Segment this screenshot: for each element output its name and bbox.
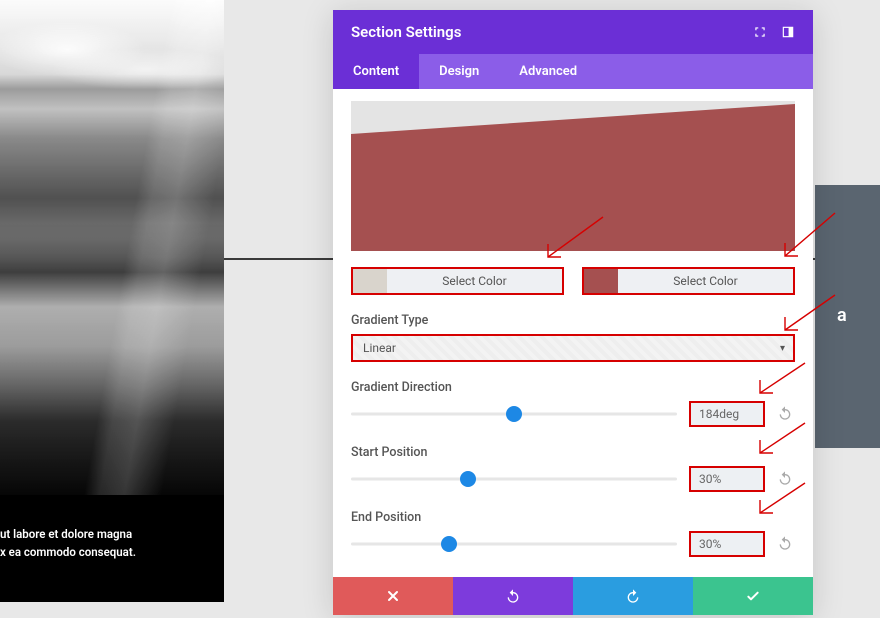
modal-body: Select Color Select Color Gradient Type … bbox=[333, 89, 813, 573]
gradient-direction-slider[interactable] bbox=[351, 403, 677, 425]
expand-icon[interactable] bbox=[753, 25, 767, 39]
start-position-slider[interactable] bbox=[351, 468, 677, 490]
gradient-type-select[interactable]: Linear bbox=[351, 334, 795, 362]
modal-footer bbox=[333, 577, 813, 615]
color-swatch-2 bbox=[584, 269, 618, 293]
gradient-direction-input[interactable]: 184deg bbox=[689, 401, 765, 427]
reset-icon[interactable] bbox=[777, 535, 795, 553]
tab-design[interactable]: Design bbox=[419, 54, 499, 89]
modal-header: Section Settings bbox=[333, 10, 813, 54]
end-position-input[interactable]: 30% bbox=[689, 531, 765, 557]
start-position-input[interactable]: 30% bbox=[689, 466, 765, 492]
modal-tabs: Content Design Advanced bbox=[333, 54, 813, 89]
end-position-slider[interactable] bbox=[351, 533, 677, 555]
reset-icon[interactable] bbox=[777, 405, 795, 423]
tab-content[interactable]: Content bbox=[333, 54, 419, 89]
select-color-2[interactable]: Select Color bbox=[582, 267, 795, 295]
gradient-type-value: Linear bbox=[363, 341, 396, 355]
modal-title: Section Settings bbox=[351, 23, 461, 41]
section-settings-modal: Section Settings Content Design Advanced… bbox=[333, 10, 813, 615]
undo-button[interactable] bbox=[453, 577, 573, 615]
gradient-direction-label: Gradient Direction bbox=[351, 380, 795, 395]
redo-button[interactable] bbox=[573, 577, 693, 615]
select-color-1[interactable]: Select Color bbox=[351, 267, 564, 295]
end-position-label: End Position bbox=[351, 510, 795, 525]
cancel-button[interactable] bbox=[333, 577, 453, 615]
reset-icon[interactable] bbox=[777, 470, 795, 488]
caption-line: ut labore et dolore magna bbox=[0, 527, 132, 541]
background-caption: ut labore et dolore magna x ea commodo c… bbox=[0, 495, 224, 602]
select-color-2-label: Select Color bbox=[618, 269, 793, 293]
color-swatch-1 bbox=[353, 269, 387, 293]
background-photo bbox=[0, 0, 224, 495]
background-sidebar bbox=[815, 185, 880, 448]
snap-icon[interactable] bbox=[781, 25, 795, 39]
save-button[interactable] bbox=[693, 577, 813, 615]
caption-line: x ea commodo consequat. bbox=[0, 545, 136, 559]
start-position-label: Start Position bbox=[351, 445, 795, 460]
select-color-1-label: Select Color bbox=[387, 269, 562, 293]
gradient-preview bbox=[351, 101, 795, 251]
gradient-type-label: Gradient Type bbox=[351, 313, 795, 328]
tab-advanced[interactable]: Advanced bbox=[499, 54, 597, 89]
